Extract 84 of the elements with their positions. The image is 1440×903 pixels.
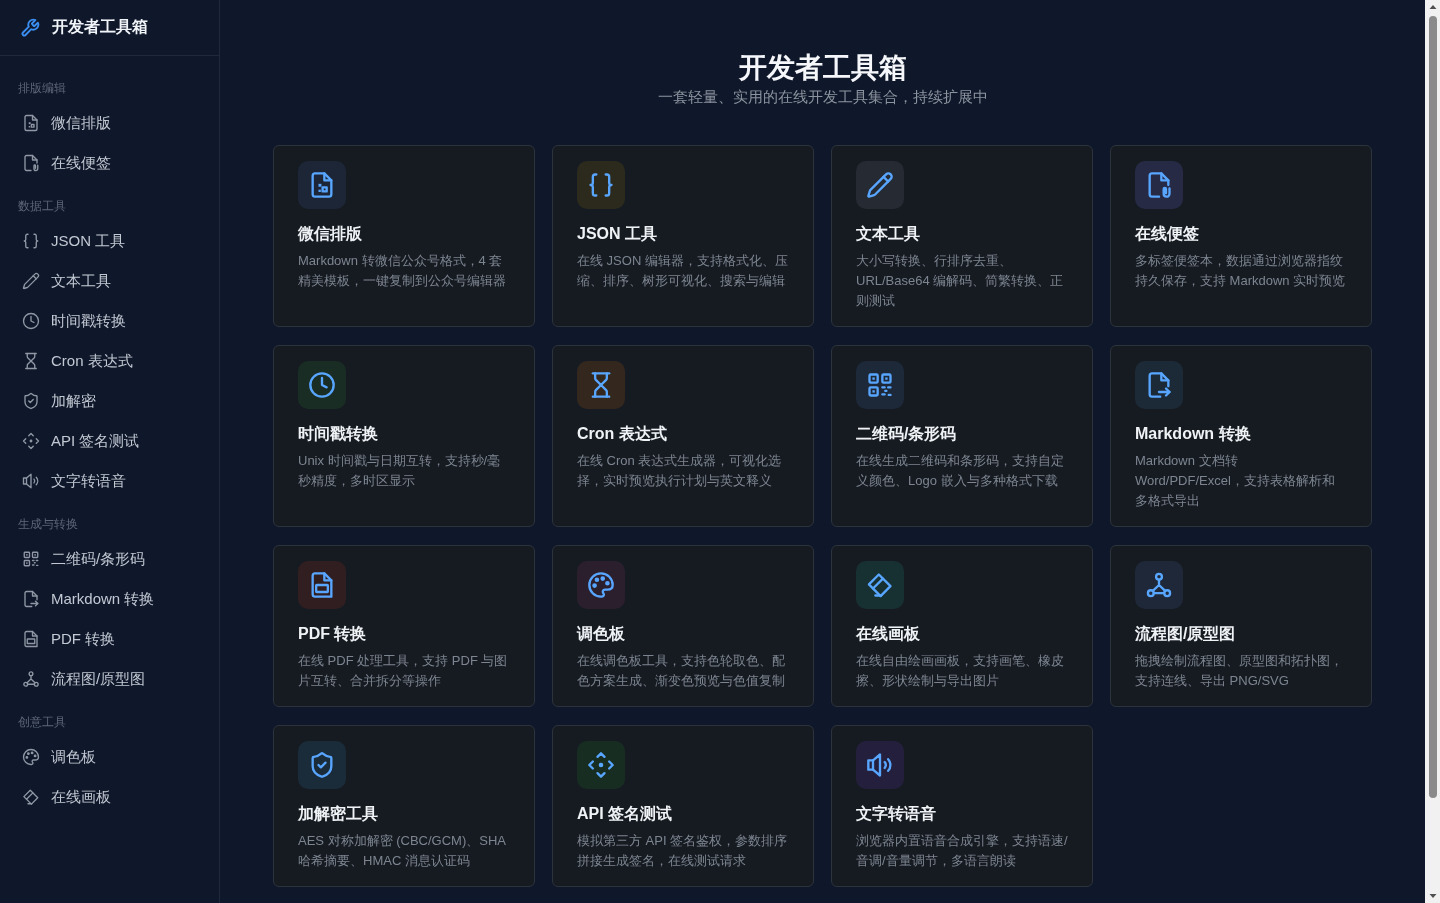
- tool-card[interactable]: Cron 表达式 在线 Cron 表达式生成器，可视化选择，实时预览执行计划与英文释义: [552, 345, 814, 527]
- page-subtitle: 一套轻量、实用的在线开发工具集合，持续扩展中: [656, 87, 989, 107]
- section-label: 生成与转换: [17, 516, 79, 533]
- card-title: 微信排版: [298, 224, 363, 244]
- card-title: Markdown 转换: [1135, 424, 1252, 444]
- tool-card[interactable]: 文字转语音 浏览器内置语音合成引擎，支持语速/音调/音量调节，多语言朗读: [831, 725, 1093, 887]
- tool-card[interactable]: 在线画板 在线自由绘画画板，支持画笔、橡皮擦、形状绘制与导出图片: [831, 545, 1093, 707]
- sidebar-item[interactable]: 在线画板: [0, 777, 219, 817]
- speaker-icon: [22, 472, 40, 490]
- chevrons-dot-icon: [22, 432, 40, 450]
- card-description: 浏览器内置语音合成引擎，支持语速/音调/音量调节，多语言朗读: [856, 832, 1068, 870]
- section-label: 排版编辑: [17, 80, 67, 97]
- card-description: 在线自由绘画画板，支持画笔、橡皮擦、形状绘制与导出图片: [856, 652, 1065, 690]
- tool-card[interactable]: JSON 工具 在线 JSON 编辑器，支持格式化、压缩、排序、树形可视化、搜索与编辑: [552, 145, 814, 327]
- card-description: 多标签便签本，数据通过浏览器指纹持久保存，支持 Markdown 实时预览: [1135, 252, 1347, 290]
- tool-card[interactable]: 调色板 在线调色板工具，支持色轮取色、配色方案生成、渐变色预览与色值复制: [552, 545, 814, 707]
- tool-card[interactable]: 流程图/原型图 拖拽绘制流程图、原型图和拓扑图，支持连线、导出 PNG/SVG: [1110, 545, 1372, 707]
- file-clip-icon: [22, 154, 40, 172]
- card-title: 在线画板: [856, 624, 921, 644]
- card-title: 时间戳转换: [298, 424, 379, 444]
- tool-card[interactable]: 微信排版 Markdown 转微信公众号格式，4 套精美模板，一键复制到公众号编辑器: [273, 145, 535, 327]
- card-description: Unix 时间戳与日期互转，支持秒/毫秒精度，多时区显示: [298, 452, 502, 490]
- tool-card[interactable]: 二维码/条形码 在线生成二维码和条形码，支持自定义颜色、Logo 嵌入与多种格式下载: [831, 345, 1093, 527]
- file-arrow-icon: [22, 590, 40, 608]
- app-title: 开发者工具箱: [52, 17, 148, 37]
- card-title: PDF 转换: [298, 624, 368, 644]
- sidebar-item[interactable]: Cron 表达式: [0, 341, 219, 381]
- card-description: Markdown 转微信公众号格式，4 套精美模板，一键复制到公众号编辑器: [298, 252, 507, 290]
- tool-card[interactable]: 时间戳转换 Unix 时间戳与日期互转，支持秒/毫秒精度，多时区显示: [273, 345, 535, 527]
- card-title: 加解密工具: [298, 804, 379, 824]
- section-label: 创意工具: [17, 714, 67, 731]
- shield-check-icon: [22, 392, 40, 410]
- card-title: 流程图/原型图: [1135, 624, 1237, 644]
- qr-code-icon: [22, 550, 40, 568]
- sidebar-item[interactable]: 时间戳转换: [0, 301, 219, 341]
- card-description: 在线调色板工具，支持色轮取色、配色方案生成、渐变色预览与色值复制: [577, 652, 786, 690]
- card-description: 在线 Cron 表达式生成器，可视化选择，实时预览执行计划与英文释义: [577, 452, 783, 490]
- card-title: 调色板: [577, 624, 626, 644]
- nodes-icon: [22, 670, 40, 688]
- clock-icon: [22, 312, 40, 330]
- card-description: Markdown 文档转 Word/PDF/Excel，支持表格解析和多格式导出: [1135, 452, 1336, 510]
- card-title: 文本工具: [856, 224, 921, 244]
- section-label: 数据工具: [17, 198, 67, 215]
- sidebar-item[interactable]: 微信排版: [0, 103, 219, 143]
- card-description: 在线 JSON 编辑器，支持格式化、压缩、排序、树形可视化、搜索与编辑: [577, 252, 789, 290]
- card-description: 模拟第三方 API 签名鉴权，参数排序拼接生成签名，在线测试请求: [577, 832, 789, 870]
- card-title: API 签名测试: [577, 804, 674, 824]
- sidebar-item[interactable]: 流程图/原型图: [0, 659, 219, 699]
- tool-card[interactable]: API 签名测试 模拟第三方 API 签名鉴权，参数排序拼接生成签名，在线测试请求: [552, 725, 814, 887]
- sidebar-item[interactable]: 加解密: [0, 381, 219, 421]
- card-description: 大小写转换、行排序去重、URL/Base64 编解码、简繁转换、正则测试: [856, 252, 1065, 310]
- pencil-icon: [22, 272, 40, 290]
- braces-icon: [22, 232, 40, 250]
- card-description: 在线生成二维码和条形码，支持自定义颜色、Logo 嵌入与多种格式下载: [856, 452, 1065, 490]
- card-title: 在线便签: [1135, 224, 1200, 244]
- scrollbar-thumb[interactable]: [1428, 16, 1437, 798]
- card-title: JSON 工具: [577, 224, 658, 244]
- tool-card[interactable]: 文本工具 大小写转换、行排序去重、URL/Base64 编解码、简繁转换、正则测试: [831, 145, 1093, 327]
- sidebar-item[interactable]: PDF 转换: [0, 619, 219, 659]
- sidebar-item[interactable]: 在线便签: [0, 143, 219, 183]
- card-title: 文字转语音: [856, 804, 937, 824]
- sidebar-item[interactable]: 文本工具: [0, 261, 219, 301]
- eraser-icon: [22, 788, 40, 806]
- sidebar-item[interactable]: 文字转语音: [0, 461, 219, 501]
- document-icon: [22, 114, 40, 132]
- tool-card[interactable]: PDF 转换 在线 PDF 处理工具，支持 PDF 与图片互转、合并拆分等操作: [273, 545, 535, 707]
- sidebar-item[interactable]: API 签名测试: [0, 421, 219, 461]
- card-description: 拖拽绘制流程图、原型图和拓扑图，支持连线、导出 PNG/SVG: [1135, 652, 1344, 690]
- sidebar-item[interactable]: Markdown 转换: [0, 579, 219, 619]
- card-title: Cron 表达式: [577, 424, 668, 444]
- card-description: AES 对称加解密 (CBC/GCM)、SHA 哈希摘要、HMAC 消息认证码: [298, 832, 507, 870]
- tool-card[interactable]: Markdown 转换 Markdown 文档转 Word/PDF/Excel，支持表格解析和多格式导出: [1110, 345, 1372, 527]
- tool-card[interactable]: 在线便签 多标签便签本，数据通过浏览器指纹持久保存，支持 Markdown 实时预览: [1110, 145, 1372, 327]
- sidebar-item[interactable]: JSON 工具: [0, 221, 219, 261]
- palette-icon: [22, 748, 40, 766]
- sidebar-item[interactable]: 调色板: [0, 737, 219, 777]
- wrench-icon: [20, 17, 40, 38]
- file-label-icon: [22, 630, 40, 648]
- page-title: 开发者工具箱: [737, 51, 908, 85]
- card-title: 二维码/条形码: [856, 424, 958, 444]
- tool-card[interactable]: 加解密工具 AES 对称加解密 (CBC/GCM)、SHA 哈希摘要、HMAC 消息认证码: [273, 725, 535, 887]
- card-description: 在线 PDF 处理工具，支持 PDF 与图片互转、合并拆分等操作: [298, 652, 509, 690]
- sidebar-item[interactable]: 二维码/条形码: [0, 539, 219, 579]
- hourglass-icon: [22, 352, 40, 370]
